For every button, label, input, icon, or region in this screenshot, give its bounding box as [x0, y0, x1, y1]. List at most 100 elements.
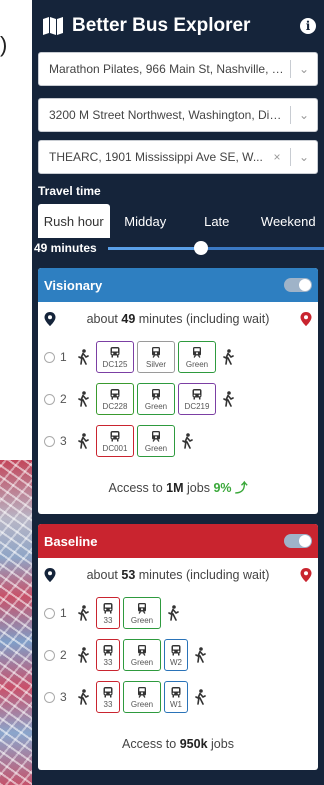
- access-suffix: jobs: [187, 481, 210, 495]
- job-access: Access to 1M jobs 9% ⤴: [38, 462, 318, 514]
- summary-suffix: minutes (including wait): [138, 312, 270, 326]
- route-leg: Green: [137, 425, 175, 457]
- info-icon[interactable]: i: [300, 18, 316, 34]
- route-leg: Green: [137, 383, 175, 415]
- route-radio[interactable]: [44, 691, 55, 703]
- walk-icon: [221, 391, 235, 407]
- trip-summary-text: about 49 minutes (including wait): [56, 312, 300, 326]
- route-leg-name: DC125: [102, 359, 128, 369]
- origin-pin-icon: [44, 312, 56, 326]
- route-leg-name: DC001: [102, 443, 128, 453]
- route-leg: Silver: [137, 341, 175, 373]
- map-icon: [43, 17, 63, 35]
- travel-time-value: 49 minutes: [34, 241, 97, 255]
- route-leg-name: Green: [144, 401, 168, 411]
- route-leg: Green: [123, 639, 161, 671]
- access-value: 950k: [179, 737, 208, 751]
- scenario-title: Visionary: [44, 277, 103, 293]
- scenario-header: Baseline: [38, 524, 318, 558]
- field-divider: [290, 60, 291, 78]
- walk-icon: [193, 689, 207, 705]
- route-radio[interactable]: [44, 435, 55, 447]
- app-title: Better Bus Explorer: [72, 15, 251, 36]
- route-leg-name: Silver: [145, 359, 166, 369]
- job-access: Access to 950k jobs: [38, 718, 318, 770]
- route-leg: Green: [123, 597, 161, 629]
- scenario-toggle[interactable]: [284, 534, 312, 548]
- route-leg: DC228: [96, 383, 134, 415]
- walk-icon: [76, 689, 90, 705]
- travel-time-slider[interactable]: [108, 240, 324, 255]
- walk-icon: [76, 605, 90, 621]
- walk-icon: [76, 349, 90, 365]
- trip-minutes: 49: [121, 312, 136, 326]
- route-option[interactable]: 1 DC125 Silver Green: [38, 336, 318, 378]
- route-option[interactable]: 3 33 Green W1: [38, 676, 318, 718]
- route-leg: 33: [96, 597, 120, 629]
- tab-rush-hour[interactable]: Rush hour: [38, 204, 110, 238]
- walk-icon: [76, 647, 90, 663]
- walk-icon: [180, 433, 194, 449]
- route-leg-name: 33: [103, 699, 113, 709]
- tab-late[interactable]: Late: [181, 204, 253, 238]
- clear-icon[interactable]: ×: [270, 150, 284, 164]
- route-leg-name: DC219: [184, 401, 210, 411]
- access-value: 1M: [166, 481, 184, 495]
- route-number: 2: [60, 648, 67, 662]
- route-leg: 33: [96, 639, 120, 671]
- route-option[interactable]: 2 33 Green W2: [38, 634, 318, 676]
- chevron-down-icon[interactable]: ⌄: [297, 150, 311, 164]
- route-number: 3: [60, 434, 67, 448]
- route-number: 3: [60, 690, 67, 704]
- scenario-title: Baseline: [44, 533, 98, 549]
- destination-pin-icon: [300, 568, 312, 582]
- chevron-down-icon[interactable]: ⌄: [297, 62, 311, 76]
- sidebar-panel: Better Bus Explorer i Marathon Pilates, …: [32, 0, 324, 785]
- map-label: ): [0, 32, 8, 57]
- chevron-down-icon[interactable]: ⌄: [297, 108, 311, 122]
- route-leg-name: 33: [103, 657, 113, 667]
- home-location-value: Marathon Pilates, 966 Main St, Nashville…: [49, 62, 284, 76]
- travel-time-tabs: Rush hour Midday Late Weekend: [38, 204, 324, 238]
- map-tiles[interactable]: [0, 460, 36, 785]
- route-leg: DC219: [178, 383, 216, 415]
- summary-prefix: about: [86, 568, 118, 582]
- walk-icon: [76, 391, 90, 407]
- scenario-header: Visionary: [38, 268, 318, 302]
- route-number: 1: [60, 606, 67, 620]
- walk-icon: [193, 647, 207, 663]
- route-radio[interactable]: [44, 607, 55, 619]
- route-leg: DC001: [96, 425, 134, 457]
- slider-handle[interactable]: [193, 240, 208, 255]
- scenario-card-visionary: Visionary about 49 minutes (including wai…: [38, 268, 318, 514]
- origin-value: 3200 M Street Northwest, Washington, Dis…: [49, 108, 284, 122]
- access-change: 9%: [213, 481, 232, 495]
- route-radio[interactable]: [44, 649, 55, 661]
- home-location-select[interactable]: Marathon Pilates, 966 Main St, Nashville…: [38, 52, 318, 86]
- destination-value: THEARC, 1901 Mississippi Ave SE, W...: [49, 150, 263, 164]
- tab-weekend[interactable]: Weekend: [253, 204, 324, 238]
- route-radio[interactable]: [44, 351, 55, 363]
- route-leg-name: 33: [103, 615, 113, 625]
- route-option[interactable]: 2 DC228 Green DC219: [38, 378, 318, 420]
- destination-pin-icon: [300, 312, 312, 326]
- travel-time-slider-row: 49 minutes: [32, 238, 324, 258]
- route-option[interactable]: 3 DC001 Green: [38, 420, 318, 462]
- field-divider: [290, 148, 291, 166]
- tab-midday[interactable]: Midday: [110, 204, 182, 238]
- route-leg-name: W1: [170, 699, 182, 709]
- scenario-card-baseline: Baseline about 53 minutes (including wait…: [38, 524, 318, 770]
- route-leg-name: Green: [185, 359, 209, 369]
- origin-pin-icon: [44, 568, 56, 582]
- destination-select[interactable]: THEARC, 1901 Mississippi Ave SE, W... × …: [38, 140, 318, 174]
- route-leg: DC125: [96, 341, 134, 373]
- route-leg: W1: [164, 681, 188, 713]
- route-radio[interactable]: [44, 393, 55, 405]
- origin-select[interactable]: 3200 M Street Northwest, Washington, Dis…: [38, 98, 318, 132]
- app-header: Better Bus Explorer i: [32, 0, 324, 52]
- summary-suffix: minutes (including wait): [138, 568, 270, 582]
- route-option[interactable]: 1 33 Green: [38, 592, 318, 634]
- slider-fill: [108, 246, 201, 250]
- field-divider: [290, 106, 291, 124]
- scenario-toggle[interactable]: [284, 278, 312, 292]
